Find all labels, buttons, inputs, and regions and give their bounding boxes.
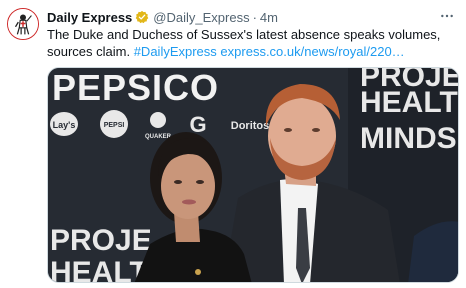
backdrop-logo-pepsi: PEPSI (104, 122, 125, 129)
hashtag-link[interactable]: #DailyExpress (134, 44, 217, 59)
more-options-icon[interactable] (437, 6, 457, 26)
article-link[interactable]: express.co.uk/news/royal/220… (220, 44, 404, 59)
photo-image: PEPSICO PROJE HEALT MINDS Lay's PEPSI QU… (48, 68, 458, 283)
author-display-name[interactable]: Daily Express (47, 10, 132, 25)
tweet-header: Daily Express @Daily_Express · 4m (47, 8, 278, 26)
tweet-text: The Duke and Duchess of Sussex's latest … (47, 26, 457, 60)
backdrop-bottom-line-2: HEALT (50, 256, 148, 283)
verified-badge-icon (135, 10, 149, 24)
author-handle[interactable]: @Daily_Express (153, 10, 249, 25)
backdrop-brand-text: PEPSICO (52, 68, 219, 108)
tweet-media-photo[interactable]: PEPSICO PROJE HEALT MINDS Lay's PEPSI QU… (47, 67, 459, 283)
header-separator: · (252, 9, 257, 25)
backdrop-logo-lays: Lay's (53, 120, 76, 130)
backdrop-logo-doritos: Doritos (231, 120, 270, 132)
daily-express-crusader-logo-icon (8, 9, 38, 39)
tweet-card[interactable]: Daily Express @Daily_Express · 4m The Du… (0, 0, 466, 288)
backdrop-right-line-2: HEALT (360, 86, 458, 119)
tweet-timestamp[interactable]: 4m (260, 10, 278, 25)
backdrop-bottom-line-1: PROJE (50, 224, 152, 257)
backdrop-right-line-3: MINDS (360, 122, 457, 155)
author-avatar[interactable] (7, 8, 39, 40)
